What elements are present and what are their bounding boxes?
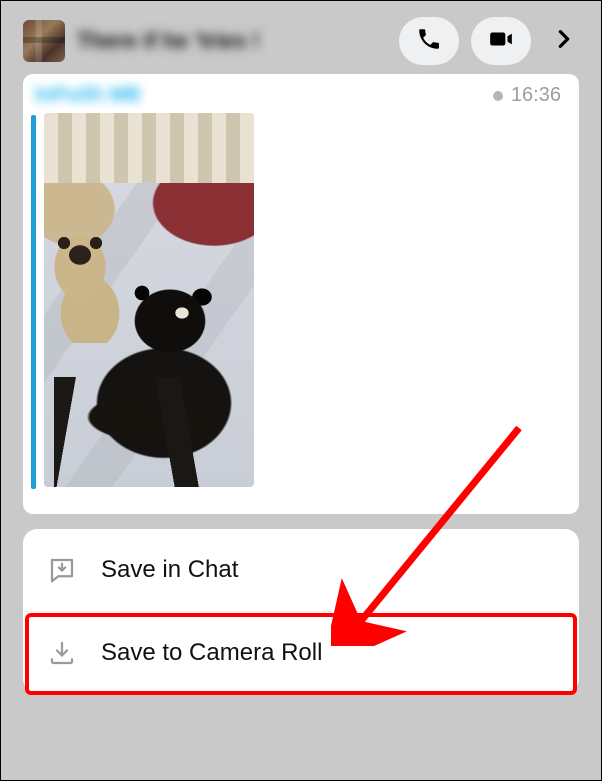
sender-name: InPuSh MB [35,84,141,107]
chevron-right-icon [553,25,575,58]
timestamp-wrap: 16:36 [493,84,561,107]
status-dot-icon [493,91,503,101]
call-button[interactable] [399,17,459,65]
menu-item-label: Save to Camera Roll [101,639,322,667]
save-chat-icon [45,553,79,587]
menu-save-in-chat[interactable]: Save in Chat [23,529,579,611]
contact-name[interactable]: There if he 'tries ! [77,28,387,54]
context-menu: Save in Chat Save to Camera Roll [23,529,579,693]
timestamp: 16:36 [511,84,561,107]
video-button[interactable] [471,17,531,65]
message-card: InPuSh MB 16:36 [23,74,579,514]
chat-header: There if he 'tries ! [23,13,579,69]
menu-save-to-camera-roll[interactable]: Save to Camera Roll [23,611,579,693]
chat-settings-button[interactable] [549,25,579,58]
download-icon [45,636,79,670]
menu-item-label: Save in Chat [101,556,238,584]
video-icon [488,26,514,57]
avatar[interactable] [23,20,65,62]
message-meta: InPuSh MB 16:36 [31,84,565,113]
message-body [31,113,565,493]
message-accent [31,115,36,489]
phone-icon [416,26,442,57]
message-image[interactable] [44,113,254,487]
